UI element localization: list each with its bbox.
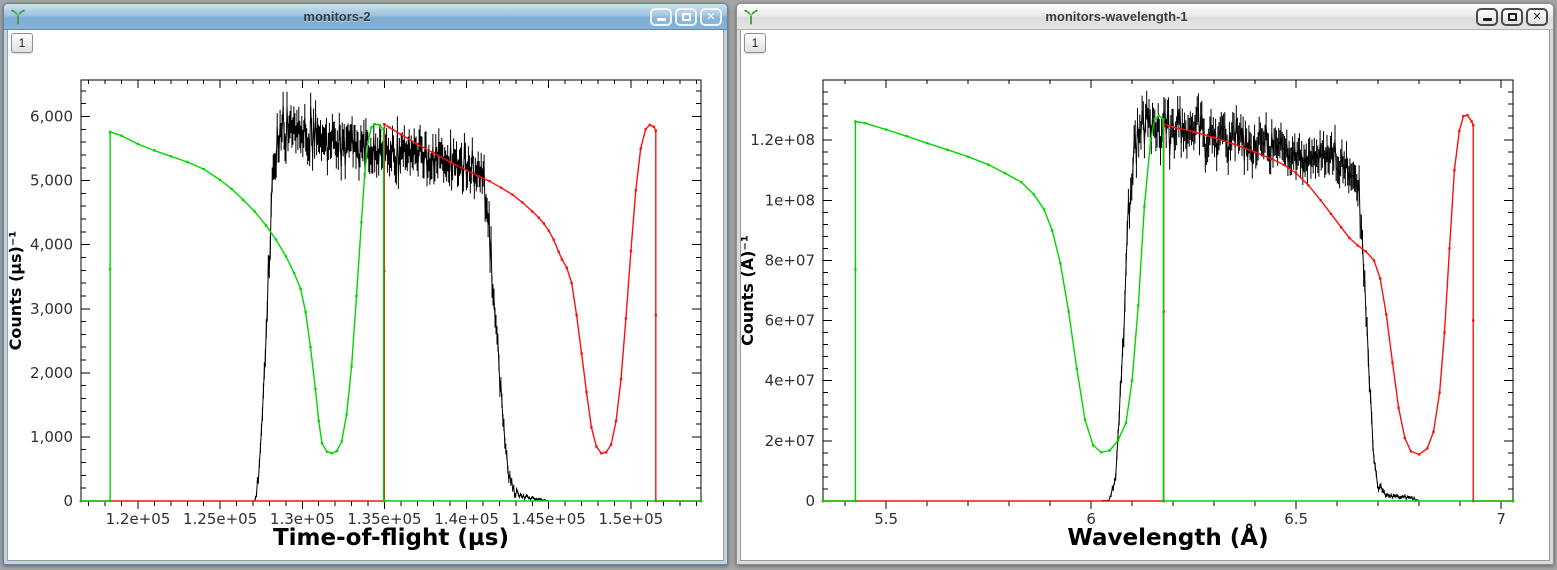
svg-text:5.5: 5.5 bbox=[874, 510, 898, 528]
mantid-icon bbox=[742, 8, 760, 26]
svg-text:8e+07: 8e+07 bbox=[765, 251, 815, 269]
maximize-button[interactable] bbox=[675, 7, 697, 26]
titlebar[interactable]: monitors-wavelength-1 ✕ bbox=[737, 4, 1553, 30]
close-icon: ✕ bbox=[1532, 10, 1542, 23]
svg-text:7: 7 bbox=[1496, 510, 1506, 528]
svg-text:6e+07: 6e+07 bbox=[765, 312, 815, 330]
svg-text:Counts (Å)⁻¹: Counts (Å)⁻¹ bbox=[741, 235, 757, 346]
svg-text:5,000: 5,000 bbox=[30, 172, 73, 190]
svg-text:6,000: 6,000 bbox=[30, 108, 73, 126]
maximize-icon bbox=[681, 12, 691, 21]
plot-canvas-monitors-wavelength-1[interactable]: 5.5 6 6.5 702e+074e+076e+078e+071e+081.2e+0… bbox=[741, 30, 1550, 558]
close-button[interactable]: ✕ bbox=[1526, 7, 1548, 26]
window-controls: ✕ bbox=[647, 7, 722, 26]
mantid-icon bbox=[9, 8, 27, 26]
svg-text:0: 0 bbox=[63, 492, 73, 510]
svg-text:4e+07: 4e+07 bbox=[765, 372, 815, 390]
svg-text:1.45e+05: 1.45e+05 bbox=[512, 510, 586, 528]
svg-text:1.25e+05: 1.25e+05 bbox=[183, 510, 257, 528]
window-controls: ✕ bbox=[1473, 7, 1548, 26]
window-monitors-wavelength-1: monitors-wavelength-1 ✕ 1 5.5 6 6.5 7 0 2e+07… bbox=[736, 3, 1554, 565]
svg-text:4,000: 4,000 bbox=[30, 236, 73, 254]
svg-text:3,000: 3,000 bbox=[30, 300, 73, 318]
layer-1-button[interactable]: 1 bbox=[11, 33, 33, 53]
svg-text:6.5: 6.5 bbox=[1284, 510, 1308, 528]
svg-text:2e+07: 2e+07 bbox=[765, 432, 815, 450]
maximize-button[interactable] bbox=[1501, 7, 1523, 26]
window-monitors-2: monitors-2 ✕ 1 1.2e+05 1.25e+05 1.3e+05 1.3… bbox=[3, 3, 728, 565]
close-icon: ✕ bbox=[706, 10, 716, 23]
minimize-icon bbox=[656, 17, 666, 21]
window-title: monitors-wavelength-1 bbox=[1045, 9, 1188, 24]
svg-text:2,000: 2,000 bbox=[30, 364, 73, 382]
minimize-icon bbox=[1482, 17, 1492, 21]
svg-text:1e+08: 1e+08 bbox=[765, 191, 815, 209]
svg-text:Time-of-flight (µs): Time-of-flight (µs) bbox=[273, 525, 509, 551]
plot-window-content: 1 1.2e+05 1.25e+05 1.3e+05 1.35e+05 1.4e+05 1… bbox=[7, 30, 724, 561]
minimize-button[interactable] bbox=[650, 7, 672, 26]
svg-text:0: 0 bbox=[805, 492, 815, 510]
svg-text:1.2e+08: 1.2e+08 bbox=[750, 131, 815, 149]
plot-window-content: 1 5.5 6 6.5 7 0 2e+07 4e+07 6e+07 8e+07 1e+08 1.2e… bbox=[740, 30, 1550, 561]
layer-1-button[interactable]: 1 bbox=[744, 33, 766, 53]
close-button[interactable]: ✕ bbox=[700, 7, 722, 26]
svg-text:1.2e+05: 1.2e+05 bbox=[106, 510, 171, 528]
svg-text:1,000: 1,000 bbox=[30, 428, 73, 446]
minimize-button[interactable] bbox=[1476, 7, 1498, 26]
svg-text:Counts (µs)⁻¹: Counts (µs)⁻¹ bbox=[8, 231, 25, 351]
svg-text:1.5e+05: 1.5e+05 bbox=[598, 510, 663, 528]
titlebar[interactable]: monitors-2 ✕ bbox=[4, 4, 727, 30]
plot-canvas-monitors-2[interactable]: 1.2e+05 1.25e+05 1.3e+05 1.35e+05 1.4e+05 1.4… bbox=[8, 30, 724, 558]
window-title: monitors-2 bbox=[303, 9, 371, 24]
maximize-icon bbox=[1507, 12, 1517, 21]
svg-text:Wavelength (Å): Wavelength (Å) bbox=[1067, 523, 1268, 551]
